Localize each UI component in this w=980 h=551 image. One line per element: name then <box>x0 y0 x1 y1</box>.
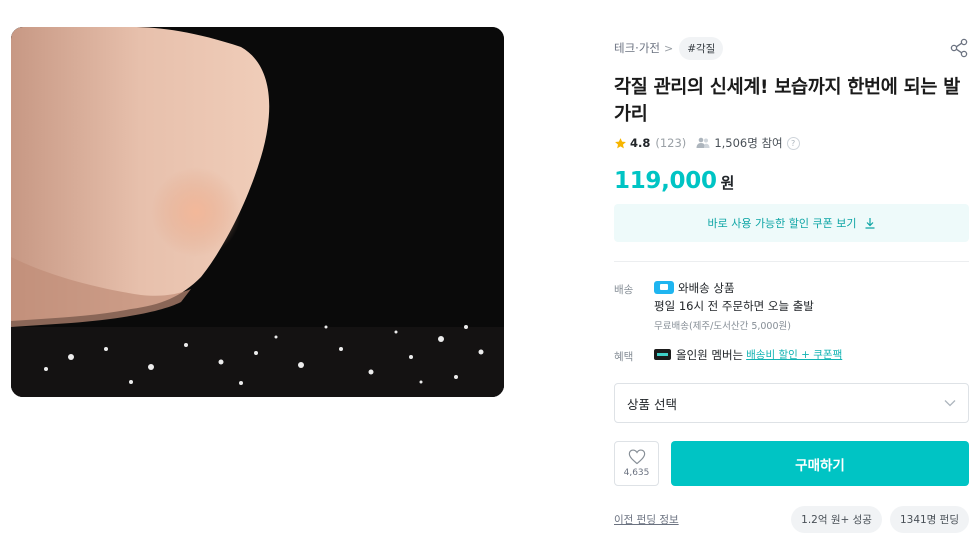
funding-amount-chip: 1.2억 원+ 성공 <box>791 506 882 533</box>
benefit-label: 혜택 <box>614 351 634 363</box>
help-icon[interactable]: ? <box>786 136 800 150</box>
tag-chip[interactable]: #각질 <box>679 36 724 60</box>
breadcrumb-category[interactable]: 테크·가전 <box>614 40 660 56</box>
like-count: 4,635 <box>623 468 650 478</box>
prev-funding-link[interactable]: 이전 펀딩 정보 <box>614 512 679 527</box>
product-image[interactable] <box>11 27 504 397</box>
shipping-detail: 평일 16시 전 주문하면 오늘 출발 <box>654 299 814 313</box>
buy-button[interactable]: 구매하기 <box>671 441 969 486</box>
benefit-row: 혜택 올인원 멤버는 배송비 할인 + 쿠폰팩 <box>614 346 969 364</box>
benefit-link[interactable]: 배송비 할인 + 쿠폰팩 <box>746 347 842 362</box>
price-value: 119,000 <box>614 168 717 194</box>
option-select-placeholder: 상품 선택 <box>627 396 677 412</box>
heart-icon <box>628 449 645 465</box>
chevron-down-icon <box>944 400 956 407</box>
option-select[interactable]: 상품 선택 <box>614 383 969 423</box>
breadcrumb: 테크·가전 > #각질 <box>614 34 969 62</box>
product-photo <box>11 27 504 397</box>
shipping-row: 배송 와배송 상품 평일 16시 전 주문하면 오늘 출발 무료배송(제주/도서… <box>614 279 969 333</box>
action-row: 4,635 구매하기 <box>614 441 969 486</box>
like-button[interactable]: 4,635 <box>614 441 659 486</box>
product-info-panel: 테크·가전 > #각질 각질 관리의 신세계! 보습까지 한번에 되는 발가리 … <box>614 34 969 533</box>
share-icon[interactable] <box>949 38 969 58</box>
funding-info-row: 이전 펀딩 정보 1.2억 원+ 성공 1341명 펀딩 <box>614 506 969 533</box>
benefit-text: 올인원 멤버는 <box>676 347 744 362</box>
review-count[interactable]: (123) <box>655 136 686 150</box>
download-icon <box>865 218 875 229</box>
shipping-note: 무료배송(제주/도서산간 5,000원) <box>654 321 791 332</box>
divider <box>614 261 969 262</box>
funding-count-chip: 1341명 펀딩 <box>889 506 969 533</box>
wa-delivery-icon <box>654 281 674 294</box>
rating-row: 4.8 (123) 1,506명 참여 ? <box>614 132 969 154</box>
coupon-label: 바로 사용 가능한 할인 쿠폰 보기 <box>707 217 857 230</box>
star-icon <box>615 137 626 148</box>
shipping-badge-text: 와배송 상품 <box>678 280 735 295</box>
price-row: 119,000 원 <box>614 168 969 194</box>
club-icon <box>654 349 671 360</box>
participant-count: 1,506명 참여 <box>714 136 783 150</box>
people-icon <box>696 137 710 148</box>
product-title: 각질 관리의 신세계! 보습까지 한번에 되는 발가리 <box>614 77 960 125</box>
rating-score: 4.8 <box>630 136 651 150</box>
coupon-button[interactable]: 바로 사용 가능한 할인 쿠폰 보기 <box>614 204 969 242</box>
breadcrumb-separator: > <box>663 41 674 55</box>
shipping-label: 배송 <box>614 284 634 296</box>
price-currency: 원 <box>720 174 735 192</box>
